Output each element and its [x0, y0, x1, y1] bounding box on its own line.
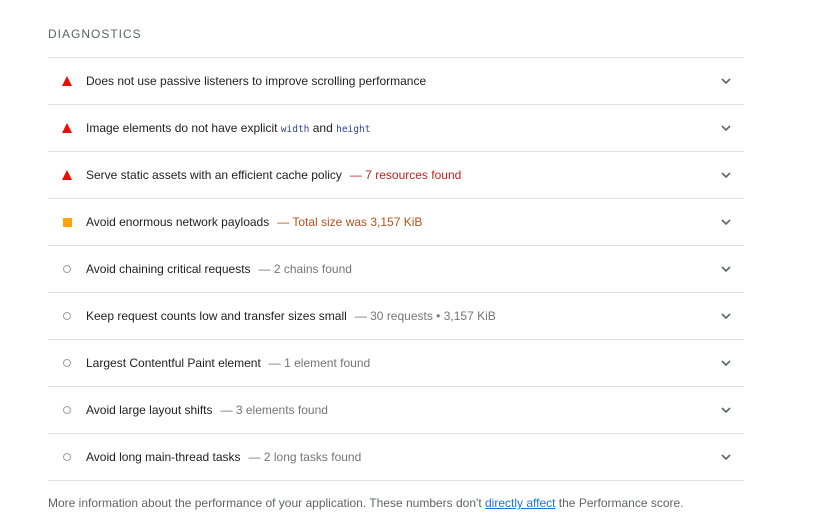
- diagnostics-audit-list: Does not use passive listeners to improv…: [48, 57, 744, 481]
- audit-title: Image elements do not have explicit widt…: [86, 121, 370, 135]
- audit-display-value: — Total size was 3,157 KiB: [277, 215, 423, 229]
- footer-text: the Performance score.: [555, 496, 684, 510]
- fail-triangle-icon: [48, 123, 86, 133]
- audit-title-text: and: [309, 121, 337, 135]
- informative-circle-icon: [48, 453, 86, 461]
- audit-title-text: Image elements do not have explicit: [86, 121, 281, 135]
- audit-display-value: — 1 element found: [268, 356, 371, 370]
- audit-title: Avoid chaining critical requests: [86, 262, 251, 276]
- code-height: height: [336, 124, 371, 135]
- fail-triangle-icon: [48, 76, 86, 86]
- chevron-down-icon[interactable]: [720, 263, 732, 275]
- audit-row-long-tasks[interactable]: Avoid long main-thread tasks — 2 long ta…: [48, 434, 744, 481]
- audit-row-critical-requests[interactable]: Avoid chaining critical requests — 2 cha…: [48, 246, 744, 293]
- chevron-down-icon[interactable]: [720, 404, 732, 416]
- audit-row-request-counts[interactable]: Keep request counts low and transfer siz…: [48, 293, 744, 340]
- audit-title: Largest Contentful Paint element: [86, 356, 261, 370]
- directly-affect-link[interactable]: directly affect: [485, 496, 555, 510]
- audit-row-unsized-images[interactable]: Image elements do not have explicit widt…: [48, 105, 744, 152]
- chevron-down-icon[interactable]: [720, 451, 732, 463]
- audit-display-value: — 30 requests • 3,157 KiB: [354, 309, 496, 323]
- chevron-down-icon[interactable]: [720, 122, 732, 134]
- audit-display-value: — 3 elements found: [220, 403, 328, 417]
- chevron-down-icon[interactable]: [720, 169, 732, 181]
- audit-display-value: — 2 long tasks found: [248, 450, 362, 464]
- informative-circle-icon: [48, 265, 86, 273]
- audit-title: Avoid long main-thread tasks: [86, 450, 241, 464]
- audit-title: Avoid large layout shifts: [86, 403, 213, 417]
- audit-row-layout-shifts[interactable]: Avoid large layout shifts — 3 elements f…: [48, 387, 744, 434]
- section-title: DIAGNOSTICS: [48, 27, 142, 41]
- audit-title: Keep request counts low and transfer siz…: [86, 309, 347, 323]
- informative-circle-icon: [48, 406, 86, 414]
- chevron-down-icon[interactable]: [720, 310, 732, 322]
- code-width: width: [280, 124, 310, 135]
- audit-display-value: — 2 chains found: [258, 262, 352, 276]
- chevron-down-icon[interactable]: [720, 216, 732, 228]
- audit-row-passive-listeners[interactable]: Does not use passive listeners to improv…: [48, 58, 744, 105]
- audit-row-lcp-element[interactable]: Largest Contentful Paint element — 1 ele…: [48, 340, 744, 387]
- footer-text: More information about the performance o…: [48, 496, 485, 510]
- average-square-icon: [48, 217, 86, 227]
- section-footer-note: More information about the performance o…: [48, 496, 684, 510]
- chevron-down-icon[interactable]: [720, 75, 732, 87]
- audit-title: Does not use passive listeners to improv…: [86, 74, 427, 88]
- audit-row-cache-policy[interactable]: Serve static assets with an efficient ca…: [48, 152, 744, 199]
- informative-circle-icon: [48, 359, 86, 367]
- audit-row-network-payloads[interactable]: Avoid enormous network payloads — Total …: [48, 199, 744, 246]
- audit-title: Serve static assets with an efficient ca…: [86, 168, 342, 182]
- chevron-down-icon[interactable]: [720, 357, 732, 369]
- informative-circle-icon: [48, 312, 86, 320]
- fail-triangle-icon: [48, 170, 86, 180]
- audit-title: Avoid enormous network payloads: [86, 215, 270, 229]
- audit-display-value: — 7 resources found: [349, 168, 462, 182]
